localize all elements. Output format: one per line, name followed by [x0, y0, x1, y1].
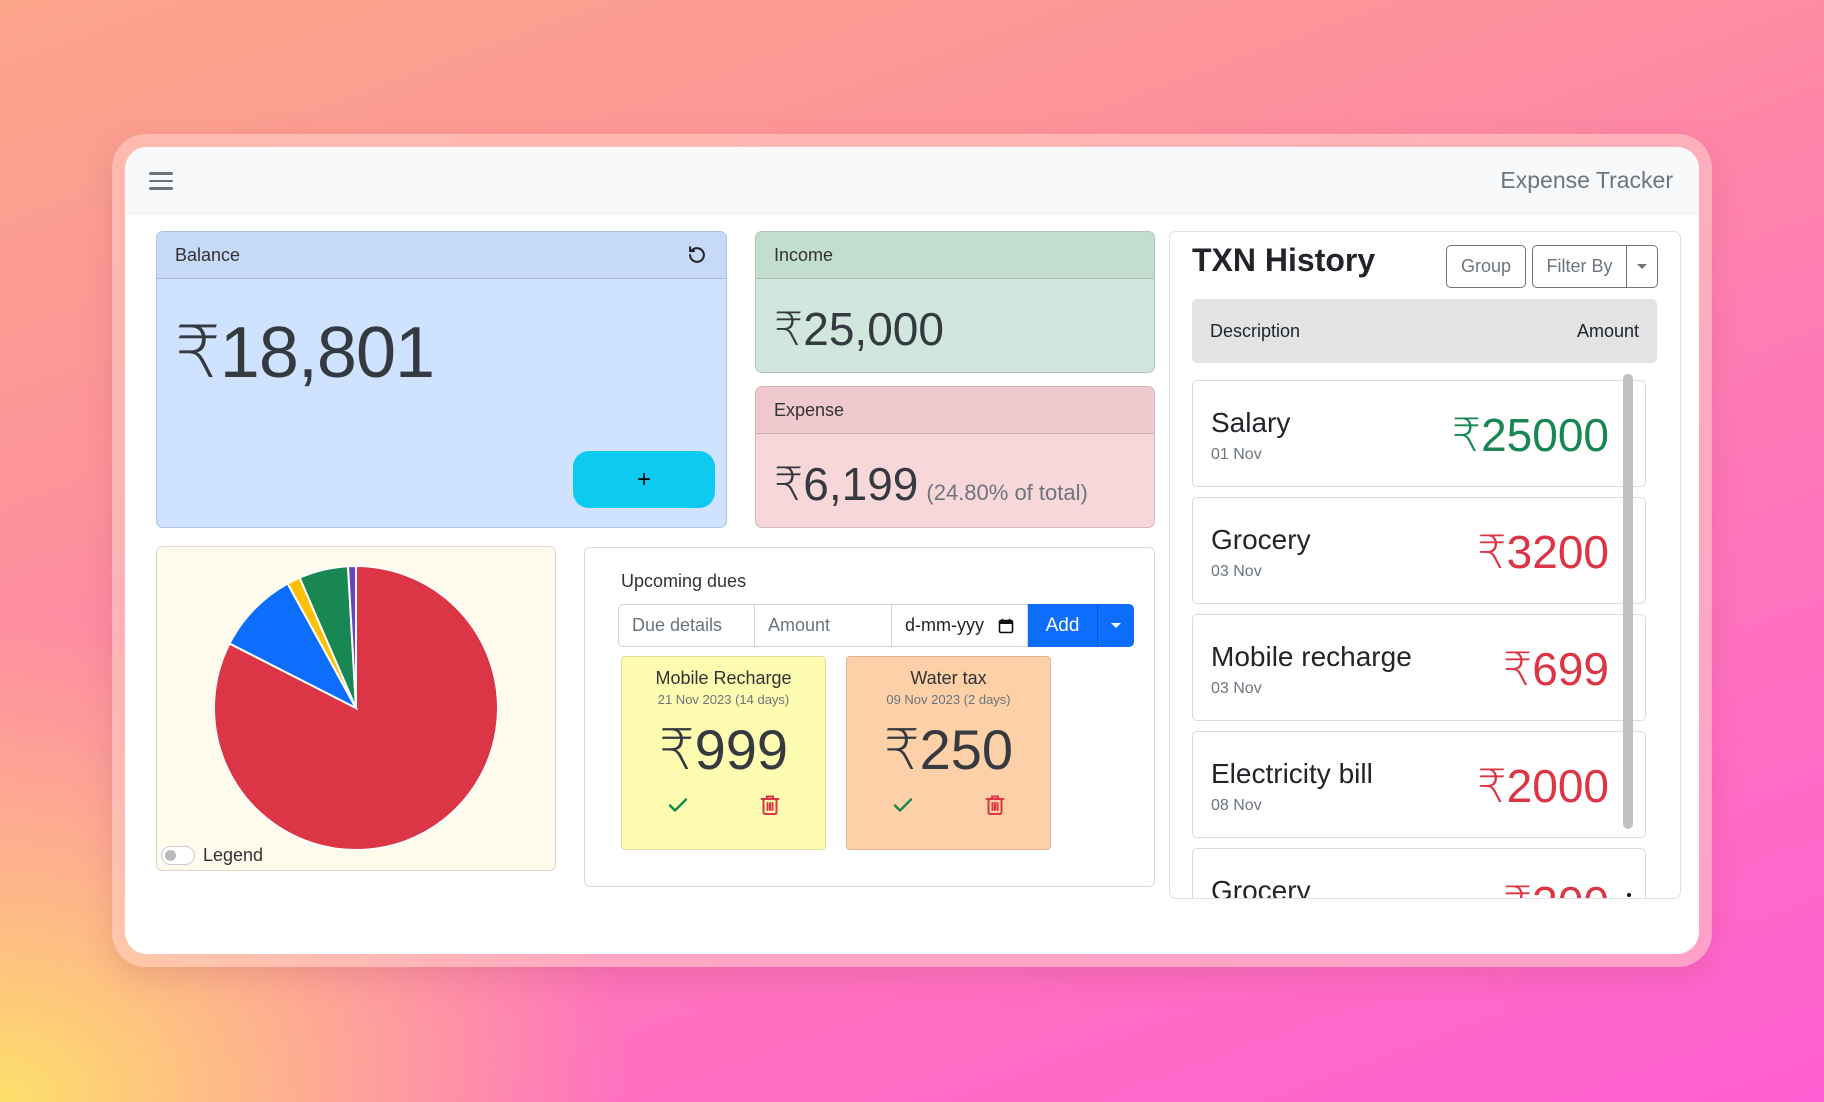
trash-icon[interactable] [983, 793, 1007, 817]
txn-desc: Mobile recharge [1211, 641, 1412, 672]
due-details-input[interactable]: Due details [618, 604, 755, 647]
txn-desc: Grocery [1211, 524, 1311, 555]
txn-list: Salary 01 Nov ₹25000 Grocery 03 Nov ₹320… [1192, 380, 1646, 899]
add-due-button[interactable]: Add [1028, 604, 1097, 647]
due-amount-input[interactable]: Amount [755, 604, 892, 647]
expense-label: Expense [756, 387, 1154, 434]
balance-card: Balance ₹18,801 + [156, 231, 727, 528]
due-date: 21 Nov 2023 (14 days) [657, 692, 790, 707]
txn-amount: ₹2000 [1477, 760, 1609, 812]
navbar: Expense Tracker [125, 147, 1699, 214]
due-date-input[interactable]: d-mm-yyy [892, 604, 1028, 647]
col-description: Description [1210, 320, 1301, 341]
income-card: Income ₹25,000 [755, 231, 1155, 373]
due-actions [622, 793, 825, 823]
add-due-dropdown-toggle[interactable] [1097, 604, 1134, 647]
expense-pie-chart: Legend [156, 546, 556, 871]
more-options-icon[interactable] [1626, 893, 1632, 898]
app-title: Expense Tracker [1500, 167, 1673, 193]
check-icon[interactable] [666, 793, 690, 817]
txn-row[interactable]: Salary 01 Nov ₹25000 [1192, 380, 1646, 487]
group-button[interactable]: Group [1446, 245, 1526, 288]
txn-date: 01 Nov [1211, 446, 1262, 463]
filter-dropdown-toggle[interactable] [1626, 245, 1658, 288]
legend-toggle-row: Legend [161, 845, 263, 866]
refresh-icon[interactable] [686, 244, 708, 266]
txn-desc: Electricity bill [1211, 758, 1373, 789]
col-amount: Amount [1576, 320, 1639, 341]
txn-date: 03 Nov [1211, 680, 1262, 697]
txn-desc: Salary [1211, 407, 1291, 438]
dues-form: Due details Amount d-mm-yyy Add [618, 604, 1134, 647]
balance-label: Balance [175, 244, 241, 265]
due-amount: ₹999 [658, 718, 789, 781]
txn-history-card: TXN History Group Filter By Description … [1169, 231, 1681, 899]
filter-by-button[interactable]: Filter By [1532, 245, 1627, 288]
txn-row[interactable]: Grocery ₹300 [1192, 848, 1646, 899]
txn-date: 03 Nov [1211, 563, 1262, 580]
txn-amount: ₹300 [1503, 876, 1609, 898]
balance-value: ₹18,801 [175, 313, 435, 393]
app-window: Expense Tracker Balance ₹18,801 + Income… [125, 147, 1699, 954]
due-date: 09 Nov 2023 (2 days) [886, 692, 1011, 707]
income-label: Income [756, 232, 1154, 279]
caret-down-icon [1111, 623, 1121, 628]
txn-amount: ₹3200 [1477, 526, 1609, 578]
txn-scrollbar[interactable] [1623, 374, 1633, 829]
txn-amount: ₹25000 [1451, 409, 1609, 461]
expense-value: ₹6,199 [774, 458, 919, 510]
txn-row[interactable]: Grocery 03 Nov ₹3200 [1192, 497, 1646, 604]
legend-toggle[interactable] [161, 846, 195, 865]
expense-percent: (24.80% of total) [926, 480, 1088, 505]
due-amount: ₹250 [883, 718, 1014, 781]
trash-icon[interactable] [758, 793, 782, 817]
menu-icon[interactable] [149, 172, 173, 190]
txn-date: 08 Nov [1211, 797, 1262, 814]
upcoming-dues-card: Upcoming dues Due details Amount d-mm-yy… [584, 547, 1155, 887]
txn-row[interactable]: Electricity bill 08 Nov ₹2000 [1192, 731, 1646, 838]
txn-desc: Grocery [1211, 875, 1311, 899]
pie-chart-svg[interactable] [214, 566, 498, 850]
add-transaction-button[interactable]: + [573, 451, 715, 508]
legend-label: Legend [203, 845, 264, 865]
expense-card: Expense ₹6,199 (24.80% of total) [755, 386, 1155, 528]
txn-title: TXN History [1192, 242, 1376, 278]
due-item: Mobile Recharge 21 Nov 2023 (14 days) ₹9… [621, 656, 826, 850]
due-date-value: d-mm-yyy [905, 615, 984, 635]
balance-header: Balance [157, 232, 726, 279]
check-icon[interactable] [891, 793, 915, 817]
income-value: ₹25,000 [774, 303, 944, 355]
txn-row[interactable]: Mobile recharge 03 Nov ₹699 [1192, 614, 1646, 721]
txn-table-header: Description Amount [1192, 299, 1657, 363]
expense-value-row: ₹6,199 (24.80% of total) [774, 457, 1088, 511]
due-name: Water tax [910, 668, 987, 688]
due-name: Mobile Recharge [655, 668, 792, 688]
txn-amount: ₹699 [1502, 643, 1609, 695]
caret-down-icon [1637, 264, 1647, 269]
due-actions [847, 793, 1050, 823]
dues-title: Upcoming dues [621, 571, 747, 591]
due-item: Water tax 09 Nov 2023 (2 days) ₹250 [846, 656, 1051, 850]
calendar-icon[interactable] [998, 618, 1014, 634]
